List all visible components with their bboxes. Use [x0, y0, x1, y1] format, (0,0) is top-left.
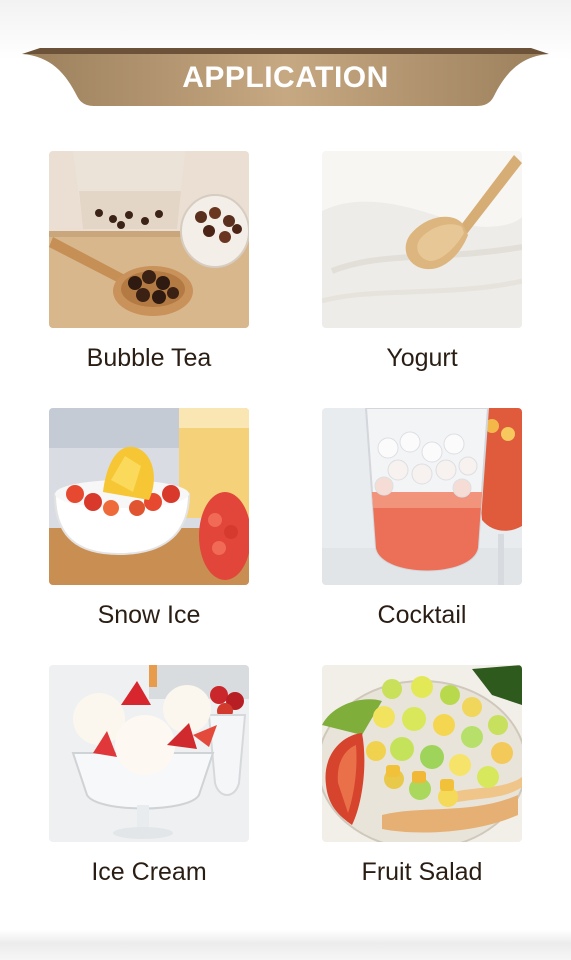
application-card-cocktail[interactable]: Cocktail [322, 408, 522, 631]
bubble-tea-photo [49, 151, 249, 328]
snow-ice-photo [49, 408, 249, 585]
item-label: Ice Cream [91, 858, 207, 886]
item-label: Fruit Salad [361, 858, 483, 886]
yogurt-photo [322, 151, 522, 328]
item-label: Cocktail [377, 601, 467, 629]
item-label: Yogurt [386, 344, 458, 372]
application-card-bubble-tea[interactable]: Bubble Tea [49, 151, 249, 374]
application-card-snow-ice[interactable]: Snow Ice [49, 408, 249, 631]
application-card-ice-cream[interactable]: Ice Cream [49, 665, 249, 888]
ice-cream-photo [49, 665, 249, 842]
item-label: Bubble Tea [86, 344, 212, 372]
bottom-shadow [0, 930, 571, 960]
item-label: Snow Ice [97, 601, 201, 629]
cocktail-photo [322, 408, 522, 585]
page-title: APPLICATION [182, 61, 389, 94]
application-card-fruit-salad[interactable]: Fruit Salad [322, 665, 522, 888]
fruit-salad-photo [322, 665, 522, 842]
application-card-yogurt[interactable]: Yogurt [322, 151, 522, 374]
